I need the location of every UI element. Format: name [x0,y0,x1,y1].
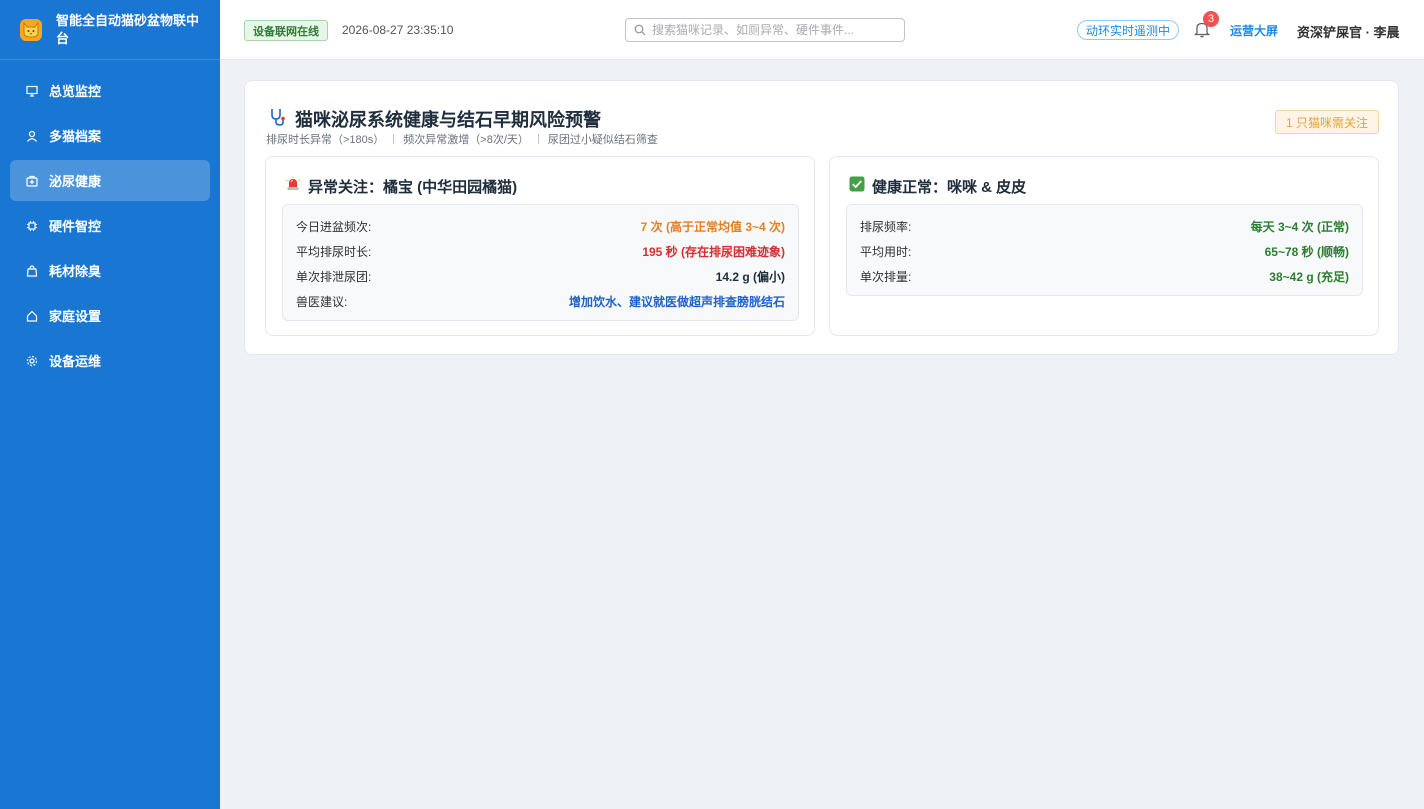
info-row: 平均用时: 65~78 秒 (顺畅) [860,239,1349,264]
normal-cats-panel: 健康正常：咪咪 & 皮皮 排尿频率: 每天 3~4 次 (正常) 平均用时: 6… [829,156,1379,336]
medical-kit-icon [26,175,38,187]
info-label: 单次排量: [860,270,912,284]
sidebar-item-label: 总览监控 [49,84,102,99]
brand-title: 智能全自动猫砂盆物联中台 [56,12,200,46]
info-value: 195 秒 (存在排尿困难迹象) [642,245,785,259]
info-row: 今日进盆频次: 7 次 (高于正常均值 3~4 次) [296,214,785,239]
info-row: 单次排泄尿团: 14.2 g (偏小) [296,264,785,289]
info-row: 排尿频率: 每天 3~4 次 (正常) [860,214,1349,239]
info-value: 38~42 g (充足) [1269,270,1349,284]
sidebar-item-label: 泌尿健康 [49,174,102,189]
sidebar-item-label: 耗材除臭 [49,264,102,279]
info-box: 今日进盆频次: 7 次 (高于正常均值 3~4 次) 平均排尿时长: 195 秒… [282,204,799,321]
sidebar-menu: 总览监控 多猫档案 泌尿健康 硬件智控 耗材除臭 家庭设置 设备运维 [0,60,220,381]
stethoscope-icon [268,107,288,132]
cat-logo-icon [20,18,42,41]
divider [537,134,539,144]
page-title: 猫咪泌尿系统健康与结石早期风险预警 [295,110,601,130]
sidebar: 智能全自动猫砂盆物联中台 总览监控 多猫档案 泌尿健康 硬件智控 耗材除臭 家庭… [0,0,220,809]
ops-screen-link[interactable]: 运营大屏 [1230,22,1278,39]
info-label: 平均排尿时长: [296,245,372,259]
siren-icon [285,176,301,197]
panel-header: 异常关注：橘宝 (中华田园橘猫) [285,176,517,197]
abnormal-cat-panel: 异常关注：橘宝 (中华田园橘猫) 今日进盆频次: 7 次 (高于正常均值 3~4… [265,156,815,336]
info-value: 14.2 g (偏小) [715,270,785,284]
search-icon [634,24,646,36]
divider [393,134,395,144]
datetime: 2026-08-27 23:35:10 [342,23,454,37]
brand: 智能全自动猫砂盆物联中台 [0,0,220,60]
sidebar-item-cats[interactable]: 多猫档案 [10,115,210,156]
info-row: 平均排尿时长: 195 秒 (存在排尿困难迹象) [296,239,785,264]
info-value: 65~78 秒 (顺畅) [1264,245,1349,259]
home-icon [26,310,38,322]
chip-icon [26,220,38,232]
sidebar-item-label: 家庭设置 [49,309,102,324]
info-value: 增加饮水、建议就医做超声排查膀胱结石 [568,295,785,309]
criteria-item: 尿团过小疑似结石筛查 [547,134,658,146]
sidebar-item-label: 硬件智控 [49,219,102,234]
sidebar-item-supplies[interactable]: 耗材除臭 [10,250,210,291]
info-value: 每天 3~4 次 (正常) [1250,220,1349,234]
info-label: 排尿频率: [860,220,912,234]
criteria-item: 排尿时长异常（>180s） [266,134,385,146]
criteria-item: 频次异常激增（>8次/天） [403,134,529,146]
sidebar-item-hardware[interactable]: 硬件智控 [10,205,210,246]
sidebar-item-label: 多猫档案 [49,129,102,144]
top-header: 设备联网在线 2026-08-27 23:35:10 动环实时遥测中 3 运营大… [220,0,1424,60]
check-mark-icon [849,176,865,197]
search-input[interactable] [652,23,892,37]
sidebar-item-device-ops[interactable]: 设备运维 [10,340,210,381]
panel-title: 异常关注：橘宝 (中华田园橘猫) [308,179,518,196]
panel-title: 健康正常：咪咪 & 皮皮 [872,179,1027,196]
user-icon [26,130,38,142]
user-name[interactable]: 资深铲屎官 · 李晨 [1297,22,1400,41]
info-label: 单次排泄尿团: [296,270,372,284]
monitor-icon [26,85,38,97]
info-row: 兽医建议: 增加饮水、建议就医做超声排查膀胱结石 [296,289,785,314]
notification-badge: 3 [1203,11,1219,27]
info-row: 单次排量: 38~42 g (充足) [860,264,1349,289]
info-label: 兽医建议: [296,295,348,309]
search-box[interactable] [625,18,905,42]
status-badge: 设备联网在线 [244,20,328,41]
sidebar-item-overview[interactable]: 总览监控 [10,70,210,111]
gear-icon [26,355,38,367]
sidebar-item-label: 设备运维 [49,354,102,369]
panel-header: 健康正常：咪咪 & 皮皮 [849,176,1026,197]
info-box: 排尿频率: 每天 3~4 次 (正常) 平均用时: 65~78 秒 (顺畅) 单… [846,204,1363,296]
sidebar-item-home-settings[interactable]: 家庭设置 [10,295,210,336]
criteria-list: 排尿时长异常（>180s） 频次异常激增（>8次/天） 尿团过小疑似结石筛查 [266,131,658,147]
urinary-health-card: 猫咪泌尿系统健康与结石早期风险预警 排尿时长异常（>180s） 频次异常激增（>… [244,80,1399,355]
info-label: 平均用时: [860,245,912,259]
telemetry-live-tag: 动环实时遥测中 [1077,20,1180,40]
attention-count-badge: 1 只猫咪需关注 [1274,110,1379,134]
bag-icon [26,264,38,277]
info-value: 7 次 (高于正常均值 3~4 次) [640,220,785,234]
info-label: 今日进盆频次: [296,220,372,234]
card-header: 猫咪泌尿系统健康与结石早期风险预警 [268,106,601,132]
sidebar-item-urinary-health[interactable]: 泌尿健康 [10,160,210,201]
